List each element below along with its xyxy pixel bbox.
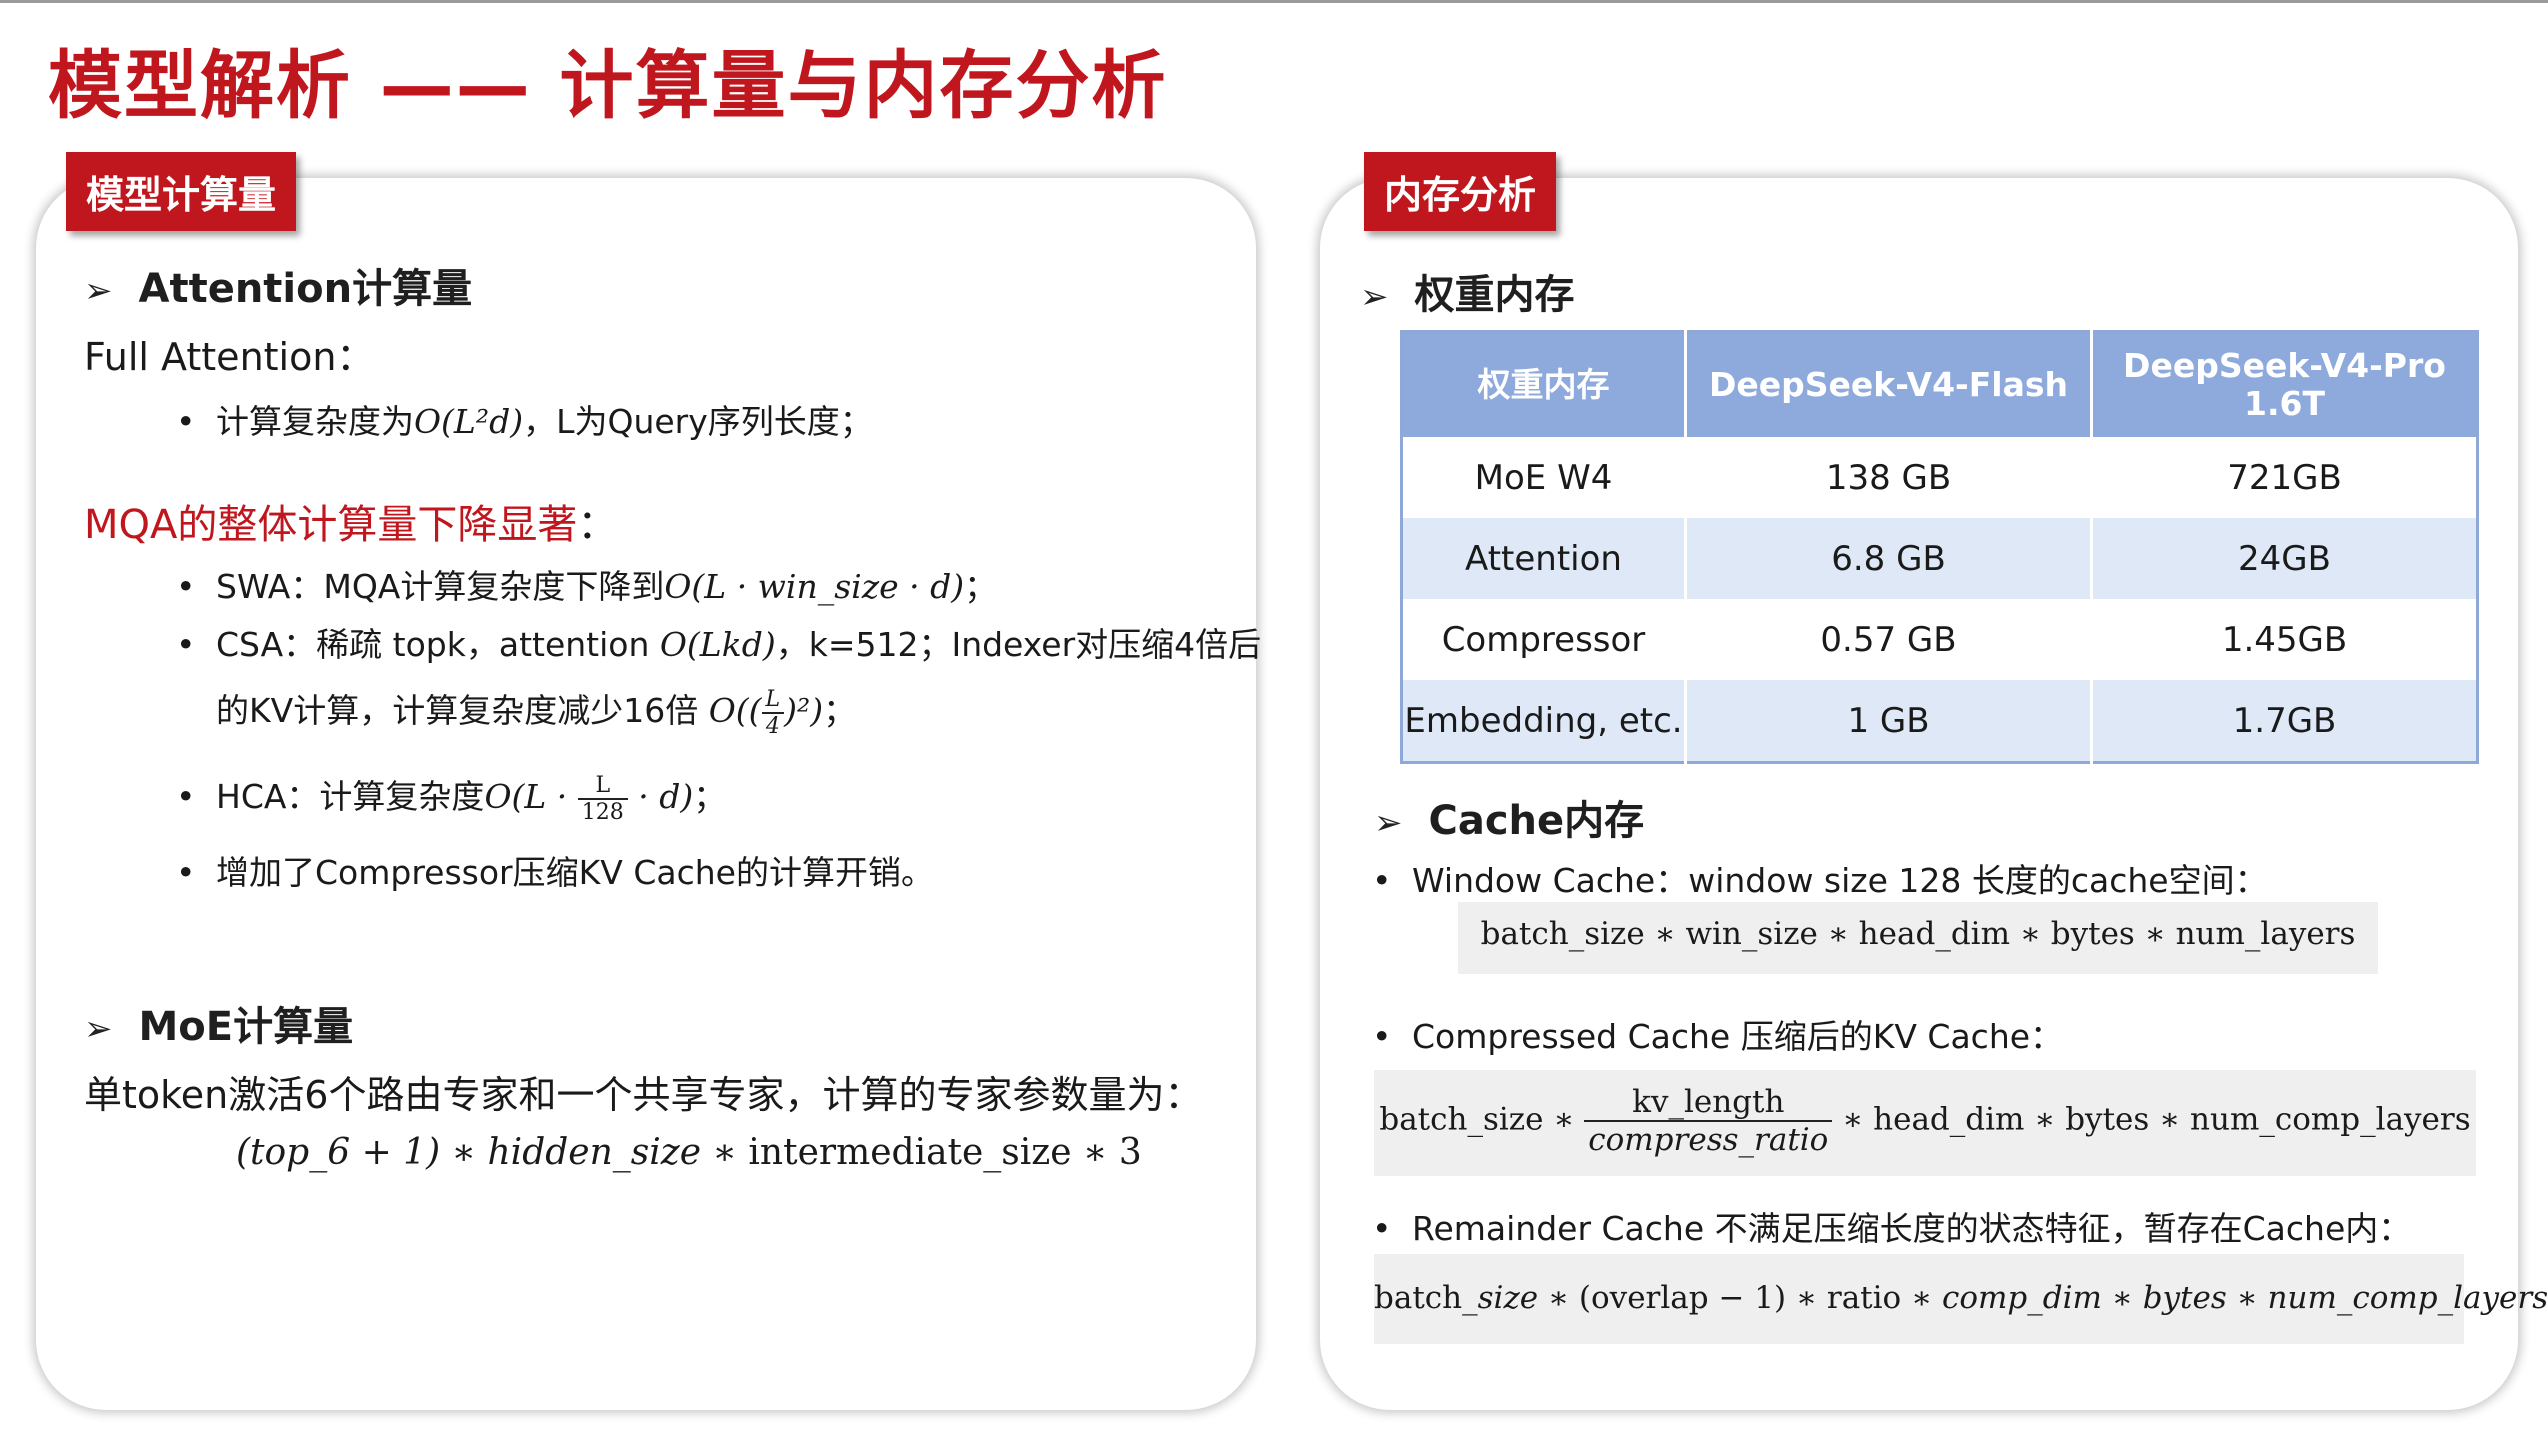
csa-bullet-continued: 的KV计算，计算复杂度减少16倍 O((L 4)²)；	[216, 686, 857, 739]
table-cell: 1.7GB	[2090, 680, 2478, 763]
top-rule	[0, 0, 2548, 3]
bullet-dot-icon: •	[176, 777, 196, 816]
table-header: DeepSeek-V4-Pro 1.6T	[2090, 331, 2478, 437]
bullet-dot-icon: •	[176, 853, 196, 892]
compressed-fraction: kv_length compress_ratio	[1584, 1084, 1833, 1158]
bullet-dot-icon: •	[176, 402, 196, 441]
swa-bullet: • SWA：MQA计算复杂度下降到O(L · win_size · d)；	[176, 567, 998, 606]
bullet-dot-icon: •	[1372, 861, 1392, 900]
arrow-bullet-icon: ➢	[84, 271, 113, 311]
cache-heading: ➢ Cache内存	[1374, 798, 1645, 844]
table-header: DeepSeek-V4-Flash	[1684, 331, 2092, 437]
table-row: Attention 6.8 GB 24GB	[1401, 518, 2478, 599]
moe-text: 单token激活6个路由专家和一个共享专家，计算的专家参数量为：	[84, 1073, 1203, 1117]
table-cell: 1 GB	[1684, 680, 2092, 763]
moe-formula: (top_6 + 1) ∗ hidden_size ∗ intermediate…	[236, 1132, 1142, 1173]
arrow-bullet-icon: ➢	[84, 1009, 113, 1049]
table-cell: 6.8 GB	[1684, 518, 2092, 599]
arrow-bullet-icon: ➢	[1374, 803, 1403, 843]
bullet-dot-icon: •	[176, 567, 196, 606]
table-row: Compressor 0.57 GB 1.45GB	[1401, 599, 2478, 680]
table-cell: 0.57 GB	[1684, 599, 2092, 680]
remainder-cache-bullet: • Remainder Cache 不满足压缩长度的状态特征，暂存在Cache内：	[1372, 1209, 2412, 1248]
arrow-bullet-icon: ➢	[1360, 277, 1389, 317]
moe-heading: ➢ MoE计算量	[84, 1004, 354, 1050]
remainder-cache-formula: batch_size ∗ (overlap − 1) ∗ ratio ∗ com…	[1374, 1280, 2548, 1316]
weight-memory-table: 权重内存 DeepSeek-V4-Flash DeepSeek-V4-Pro 1.…	[1400, 330, 2479, 764]
table-row: MoE W4 138 GB 721GB	[1401, 437, 2478, 518]
table-cell: Embedding, etc.	[1401, 680, 1686, 763]
bullet-dot-icon: •	[1372, 1209, 1392, 1248]
window-cache-formula: batch_size ∗ win_size ∗ head_dim ∗ bytes…	[1480, 916, 2356, 952]
table-header: 权重内存	[1401, 331, 1686, 437]
table-header-row: 权重内存 DeepSeek-V4-Flash DeepSeek-V4-Pro 1.…	[1401, 331, 2478, 437]
table-cell: 138 GB	[1684, 437, 2092, 518]
mqa-heading: MQA的整体计算量下降显著：	[84, 502, 618, 548]
page-title: 模型解析 —— 计算量与内存分析	[48, 43, 1168, 129]
table-cell: 24GB	[2090, 518, 2478, 599]
table-cell: Compressor	[1401, 599, 1686, 680]
table-cell: MoE W4	[1401, 437, 1686, 518]
table-cell: Attention	[1401, 518, 1686, 599]
compressor-bullet: • 增加了Compressor压缩KV Cache的计算开销。	[176, 853, 934, 892]
csa-bullet: • CSA：稀疏 topk，attention O(Lkd)，k=512；Inde…	[176, 625, 1262, 664]
table-row: Embedding, etc. 1 GB 1.7GB	[1401, 680, 2478, 763]
bullet-dot-icon: •	[176, 625, 196, 664]
bullet-dot-icon: •	[1372, 1017, 1392, 1056]
hca-fraction: L 128	[577, 773, 628, 825]
table-cell: 1.45GB	[2090, 599, 2478, 680]
attention-heading: ➢ Attention计算量	[84, 266, 473, 312]
table-cell: 721GB	[2090, 437, 2478, 518]
compressed-cache-formula: batch_size ∗ kv_length compress_ratio ∗ h…	[1379, 1084, 2471, 1158]
csa-fraction: L4	[761, 687, 785, 739]
window-cache-bullet: • Window Cache：window size 128 长度的cache空间…	[1372, 861, 2268, 900]
hca-bullet: • HCA：计算复杂度O(L · L 128 · d)；	[176, 772, 727, 825]
compressed-cache-bullet: • Compressed Cache 压缩后的KV Cache：	[1372, 1017, 2064, 1056]
compute-tag: 模型计算量	[66, 152, 297, 231]
memory-tag: 内存分析	[1364, 152, 1557, 231]
full-attention-label: Full Attention：	[84, 335, 375, 379]
weights-heading: ➢ 权重内存	[1360, 272, 1575, 318]
full-attention-bullet: • 计算复杂度为O(L²d)，L为Query序列长度；	[176, 402, 873, 441]
